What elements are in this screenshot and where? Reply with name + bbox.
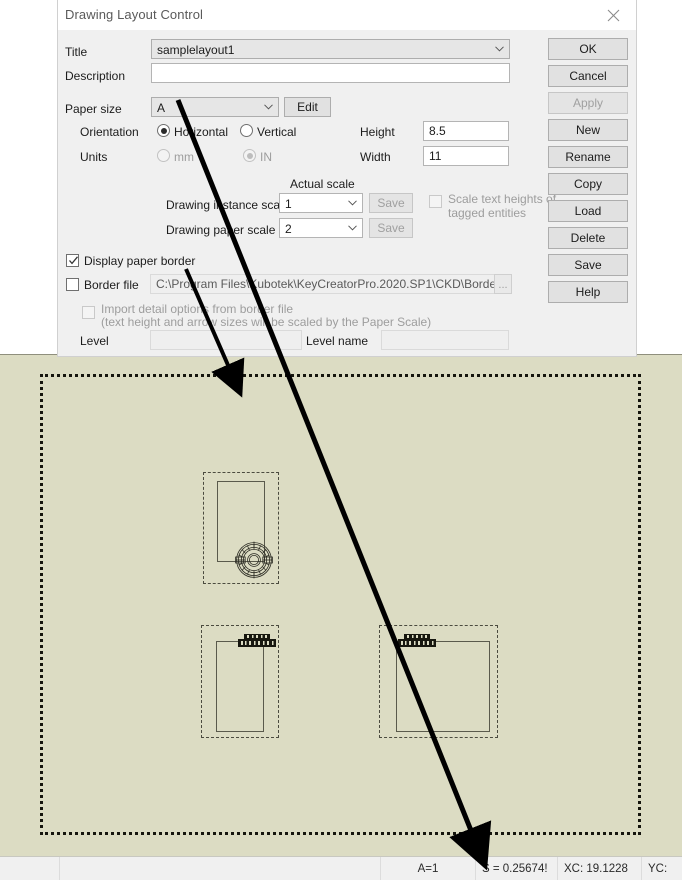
level-name-input[interactable] (381, 330, 509, 350)
status-yc: YC: (648, 862, 668, 875)
height-input[interactable] (423, 121, 509, 141)
title-combo[interactable]: samplelayout1 (151, 39, 510, 59)
status-bar: A=1 S = 0.25674! XC: 19.1228 YC: (0, 856, 682, 880)
drawing-canvas[interactable] (0, 354, 682, 856)
display-paper-border-checkbox[interactable] (66, 254, 79, 267)
save-layout-button[interactable]: Save (548, 254, 628, 276)
delete-button[interactable]: Delete (548, 227, 628, 249)
dialog-body: Title samplelayout1 Description Paper si… (58, 30, 636, 356)
status-level: A=1 (381, 857, 476, 880)
status-blank-left (0, 857, 60, 880)
chevron-down-icon (495, 46, 504, 52)
import-detail-options-checkbox[interactable] (82, 306, 95, 319)
level-name-label: Level name (306, 334, 369, 348)
border-file-label: Border file (84, 278, 139, 292)
paper-size-label: Paper size (65, 102, 122, 116)
help-button[interactable]: Help (548, 281, 628, 303)
border-file-checkbox[interactable] (66, 278, 79, 291)
dimension-text-block-left (238, 634, 276, 647)
units-in-label: IN (260, 150, 272, 164)
paper-size-value: A (157, 101, 166, 115)
browse-border-file-button[interactable]: ... (494, 274, 512, 294)
orientation-horizontal-label: Horizontal (174, 125, 229, 139)
units-in-radio[interactable] (243, 149, 256, 162)
orientation-label: Orientation (80, 125, 139, 139)
display-paper-border-label: Display paper border (84, 254, 196, 268)
copy-button[interactable]: Copy (548, 173, 628, 195)
save-paper-scale-button[interactable]: Save (369, 218, 413, 238)
status-scale: S = 0.25674! (476, 857, 558, 880)
status-blank-mid (60, 857, 381, 880)
level-input[interactable] (150, 330, 302, 350)
drawing-paper-scale-value: 2 (285, 222, 292, 236)
cancel-button[interactable]: Cancel (548, 65, 628, 87)
dialog-title: Drawing Layout Control (65, 7, 204, 22)
orientation-vertical-label: Vertical (257, 125, 297, 139)
height-label: Height (360, 125, 395, 139)
scale-text-heights-label: Scale text heights of tagged entities (448, 192, 557, 220)
units-mm-radio[interactable] (157, 149, 170, 162)
chevron-down-icon (264, 104, 273, 110)
drawing-instance-scale-combo[interactable]: 1 (279, 193, 363, 213)
orientation-horizontal-radio[interactable] (157, 124, 170, 137)
chevron-down-icon (348, 225, 357, 231)
title-combo-value: samplelayout1 (157, 43, 235, 57)
level-label: Level (80, 334, 109, 348)
status-xc: XC: 19.1228 (558, 857, 642, 880)
drawing-instance-scale-label: Drawing instance scale (166, 198, 290, 212)
drawing-paper-scale-combo[interactable]: 2 (279, 218, 363, 238)
drawing-layout-control-dialog: Drawing Layout Control Title samplelayou… (58, 0, 636, 356)
chevron-down-icon (348, 200, 357, 206)
width-label: Width (360, 150, 391, 164)
paper-size-combo[interactable]: A (151, 97, 279, 117)
dialog-title-bar[interactable]: Drawing Layout Control (58, 0, 636, 31)
drawing-paper-scale-label: Drawing paper scale (166, 223, 276, 237)
scale-text-heights-checkbox[interactable] (429, 195, 442, 208)
paper-border (40, 374, 641, 835)
edit-button[interactable]: Edit (284, 97, 331, 117)
title-label: Title (65, 45, 88, 59)
width-input[interactable] (423, 146, 509, 166)
checkmark-icon (69, 256, 78, 265)
rename-button[interactable]: Rename (548, 146, 628, 168)
ok-button[interactable]: OK (548, 38, 628, 60)
import-detail-options-label: Import detail options from border file (101, 302, 294, 316)
description-label: Description (65, 69, 126, 83)
gear-detail-icon (235, 541, 273, 579)
save-instance-scale-button[interactable]: Save (369, 193, 413, 213)
border-file-input[interactable] (150, 274, 502, 294)
view-geometry-rect-bottom-left (216, 641, 264, 732)
view-geometry-rect-bottom-right (396, 641, 490, 732)
load-button[interactable]: Load (548, 200, 628, 222)
actual-scale-label: Actual scale (290, 177, 355, 191)
close-icon[interactable] (591, 0, 636, 30)
apply-button[interactable]: Apply (548, 92, 628, 114)
new-button[interactable]: New (548, 119, 628, 141)
import-detail-options-sublabel: (text height and arrow sizes will be sca… (101, 315, 432, 329)
units-label: Units (80, 150, 108, 164)
orientation-vertical-radio[interactable] (240, 124, 253, 137)
drawing-instance-scale-value: 1 (285, 197, 292, 211)
units-mm-label: mm (174, 150, 194, 164)
dimension-text-block-right (398, 634, 436, 647)
description-input[interactable] (151, 63, 510, 83)
